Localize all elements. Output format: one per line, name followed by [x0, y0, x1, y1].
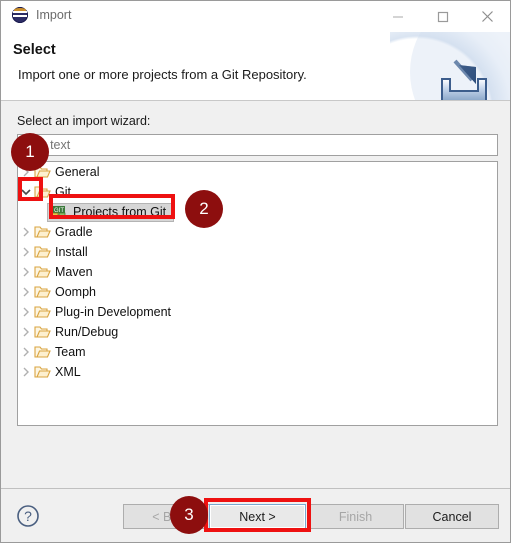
folder-icon — [34, 266, 51, 278]
chevron-right-icon[interactable] — [18, 307, 34, 317]
chevron-right-icon[interactable] — [18, 327, 34, 337]
window-title: Import — [36, 8, 72, 22]
tree-item-label: General — [55, 165, 100, 179]
cancel-button[interactable]: Cancel — [405, 504, 499, 529]
import-wizard-tree[interactable]: General Git GIT Projects from Git Gradle… — [17, 161, 498, 426]
tree-item-oomph[interactable]: Oomph — [18, 282, 497, 302]
close-icon[interactable] — [465, 1, 510, 32]
dialog-footer: ? < Back Next > Finish Cancel — [1, 490, 510, 542]
chevron-right-icon[interactable] — [18, 227, 34, 237]
folder-icon — [34, 226, 51, 238]
eclipse-icon — [12, 7, 28, 23]
tree-item-label: XML — [55, 365, 81, 379]
tree-item-general[interactable]: General — [18, 162, 497, 182]
folder-icon — [34, 306, 51, 318]
folder-icon — [34, 166, 51, 178]
dialog-body: Select an import wizard: General — [1, 101, 510, 489]
tree-item-label: Gradle — [55, 225, 93, 239]
tree-item-run-debug[interactable]: Run/Debug — [18, 322, 497, 342]
tree-item-label: Install — [55, 245, 88, 259]
finish-button[interactable]: Finish — [307, 504, 404, 529]
tree-item-label: Plug-in Development — [55, 305, 172, 319]
folder-icon — [34, 286, 51, 298]
chevron-right-icon[interactable] — [18, 367, 34, 377]
tree-item-xml[interactable]: XML — [18, 362, 497, 382]
page-description: Import one or more projects from a Git R… — [18, 67, 307, 82]
folder-icon — [34, 326, 51, 338]
tree-item-label: Team — [55, 345, 86, 359]
git-icon: GIT — [51, 205, 66, 218]
next-button[interactable]: Next > — [209, 504, 306, 529]
tree-item-install[interactable]: Install — [18, 242, 497, 262]
folder-icon — [34, 246, 51, 258]
title-bar-left: Import — [12, 7, 71, 23]
tree-item-projects-from-git[interactable]: GIT Projects from Git — [18, 202, 497, 222]
chevron-right-icon[interactable] — [18, 247, 34, 257]
folder-icon — [34, 366, 51, 378]
tree-item-plug-in-development[interactable]: Plug-in Development — [18, 302, 497, 322]
dialog-header: Select Import one or more projects from … — [1, 32, 510, 101]
chevron-right-icon[interactable] — [18, 167, 34, 177]
folder-icon — [34, 186, 51, 198]
tree-item-label: Run/Debug — [55, 325, 119, 339]
tree-item-git[interactable]: Git — [18, 182, 497, 202]
tree-item-maven[interactable]: Maven — [18, 262, 497, 282]
chevron-down-icon[interactable] — [18, 188, 34, 196]
tree-item-label: Git — [55, 185, 71, 199]
page-title: Select — [13, 42, 56, 58]
tree-item-gradle[interactable]: Gradle — [18, 222, 497, 242]
folder-icon — [34, 346, 51, 358]
import-tray-icon — [441, 59, 487, 100]
tree-item-team[interactable]: Team — [18, 342, 497, 362]
minimize-icon[interactable] — [375, 1, 420, 32]
tree-item-label: Maven — [55, 265, 93, 279]
svg-text:?: ? — [24, 508, 32, 524]
selected-item-chip[interactable]: GIT Projects from Git — [47, 202, 175, 222]
wizard-label: Select an import wizard: — [17, 114, 151, 128]
window-controls — [375, 1, 510, 32]
tree-item-label: Projects from Git — [73, 205, 167, 219]
import-wizard-dialog: Import Select Import one or more project… — [0, 0, 511, 543]
chevron-right-icon[interactable] — [18, 267, 34, 277]
maximize-icon[interactable] — [420, 1, 465, 32]
back-button[interactable]: < Back — [123, 504, 220, 529]
chevron-right-icon[interactable] — [18, 347, 34, 357]
filter-input[interactable] — [17, 134, 498, 156]
title-bar: Import — [1, 1, 510, 32]
chevron-right-icon[interactable] — [18, 287, 34, 297]
question-mark-icon[interactable]: ? — [16, 504, 40, 528]
tree-item-label: Oomph — [55, 285, 96, 299]
